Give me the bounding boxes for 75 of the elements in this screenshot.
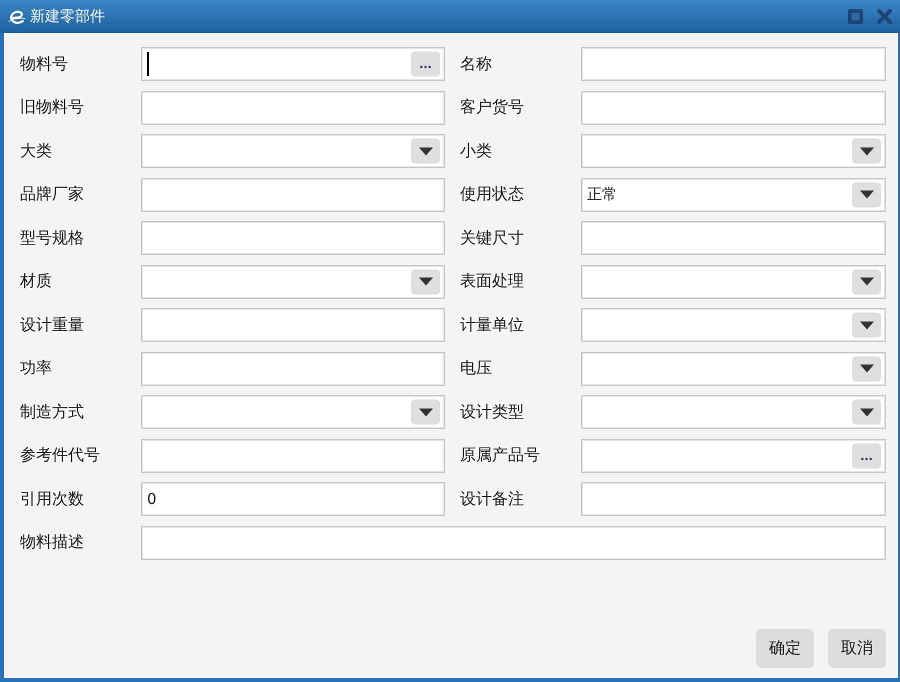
select-field[interactable] xyxy=(581,352,886,386)
field-label: 物料号 xyxy=(20,54,68,74)
ellipsis-icon xyxy=(420,66,431,68)
caret-icon xyxy=(860,364,874,372)
dropdown-button[interactable] xyxy=(852,400,881,424)
app-logo-icon xyxy=(8,8,26,24)
caret-icon xyxy=(860,408,874,416)
window-title: 新建零部件 xyxy=(30,7,105,26)
dropdown-button[interactable] xyxy=(852,182,881,207)
lookup-field[interactable] xyxy=(141,47,445,81)
select-field[interactable]: 正常 xyxy=(581,178,886,212)
field-label: 电压 xyxy=(460,358,492,379)
caret-icon xyxy=(418,278,432,286)
text-cursor xyxy=(147,52,149,76)
input-field[interactable] xyxy=(581,221,886,255)
field-label: 旧物料号 xyxy=(20,97,84,118)
input-field[interactable] xyxy=(141,526,886,560)
field-label: 参考件代号 xyxy=(20,445,100,466)
field-label: 物料描述 xyxy=(20,532,84,553)
select-field[interactable] xyxy=(141,264,445,298)
field-label: 设计类型 xyxy=(460,402,524,422)
input-field[interactable] xyxy=(141,438,445,472)
select-field[interactable] xyxy=(141,395,445,429)
maximize-icon[interactable] xyxy=(848,9,863,24)
select-field[interactable] xyxy=(581,308,886,342)
field-label: 设计重量 xyxy=(20,314,84,336)
dropdown-button[interactable] xyxy=(411,400,440,424)
caret-icon xyxy=(418,408,432,416)
input-field[interactable] xyxy=(141,90,445,124)
browse-button[interactable] xyxy=(852,443,881,468)
field-label: 表面处理 xyxy=(460,271,524,292)
field-label: 计量单位 xyxy=(460,314,524,336)
field-label: 原属产品号 xyxy=(460,445,540,466)
field-label: 关键尺寸 xyxy=(460,228,524,248)
input-field[interactable] xyxy=(581,482,886,516)
caret-icon xyxy=(860,147,874,155)
dialog-button[interactable]: 取消 xyxy=(828,629,886,668)
field-label: 小类 xyxy=(460,140,492,162)
select-field[interactable] xyxy=(581,395,886,429)
input-field[interactable] xyxy=(581,47,886,81)
caret-icon xyxy=(860,278,874,286)
input-field[interactable] xyxy=(141,352,445,386)
close-icon[interactable] xyxy=(877,9,892,24)
input-field[interactable] xyxy=(581,90,886,124)
input-field[interactable]: 0 xyxy=(141,482,445,516)
caret-icon xyxy=(860,190,874,198)
dropdown-button[interactable] xyxy=(411,269,440,294)
dropdown-button[interactable] xyxy=(852,356,881,381)
input-field[interactable] xyxy=(141,221,445,255)
select-field[interactable] xyxy=(141,134,445,168)
ellipsis-icon xyxy=(861,457,872,460)
lookup-field[interactable] xyxy=(581,438,886,472)
select-field[interactable] xyxy=(581,134,886,168)
field-label: 制造方式 xyxy=(20,402,84,422)
caret-icon xyxy=(418,147,432,155)
dropdown-button[interactable] xyxy=(411,138,440,164)
select-field[interactable] xyxy=(581,264,886,298)
field-label: 品牌厂家 xyxy=(20,184,84,205)
field-label: 设计备注 xyxy=(460,488,524,510)
browse-button[interactable] xyxy=(411,52,440,76)
field-label: 功率 xyxy=(20,358,52,379)
input-field[interactable] xyxy=(141,308,445,342)
field-label: 大类 xyxy=(20,140,52,162)
dropdown-button[interactable] xyxy=(852,312,881,338)
dialog-button[interactable]: 确定 xyxy=(756,629,814,668)
field-label: 客户货号 xyxy=(460,97,524,118)
field-label: 使用状态 xyxy=(460,184,524,205)
caret-icon xyxy=(860,321,874,329)
field-label: 型号规格 xyxy=(20,228,84,248)
input-field[interactable] xyxy=(141,178,445,212)
dropdown-button[interactable] xyxy=(852,138,881,164)
field-label: 名称 xyxy=(460,54,492,74)
field-label: 材质 xyxy=(20,271,52,292)
field-label: 引用次数 xyxy=(20,488,84,510)
dropdown-button[interactable] xyxy=(852,269,881,294)
